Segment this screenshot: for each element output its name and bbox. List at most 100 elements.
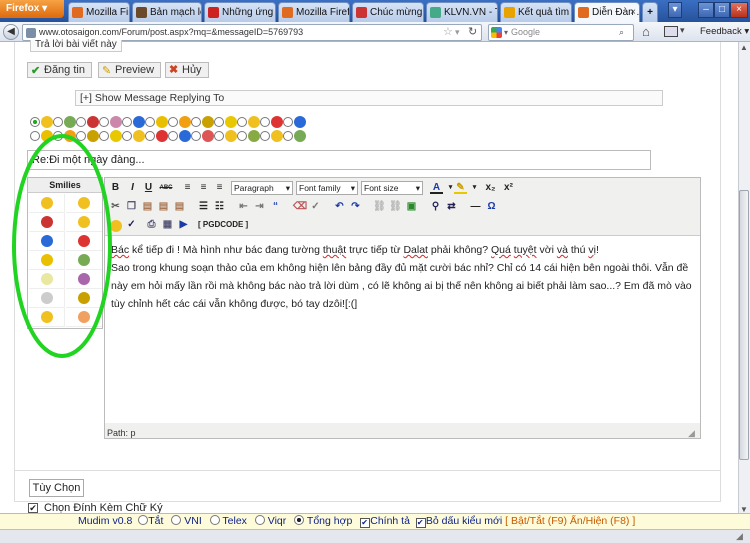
code-view-icon[interactable]: ▶	[177, 219, 190, 231]
align-center-icon[interactable]: ≡	[197, 182, 210, 194]
link-icon[interactable]: ⛓	[373, 201, 386, 213]
tab-5[interactable]: Chúc mừng si...	[352, 2, 424, 22]
paste-icon[interactable]: ▤	[141, 201, 154, 213]
spellcheck-icon[interactable]: ✓	[125, 219, 138, 231]
align-right-icon[interactable]: ≡	[213, 182, 226, 194]
redo-icon[interactable]: ↷	[349, 201, 362, 213]
emoticon-radio[interactable]	[76, 117, 86, 127]
indent-icon[interactable]: ⇥	[253, 201, 266, 213]
undo-icon[interactable]: ↶	[333, 201, 346, 213]
paste-word-icon[interactable]: ▤	[173, 201, 186, 213]
bullet-list-icon[interactable]: ☰	[197, 201, 210, 213]
dropdown-icon[interactable]: ▾	[680, 25, 685, 36]
close-window-button[interactable]: ×	[730, 2, 748, 18]
spell-check-checkbox[interactable]: ✔	[360, 518, 371, 528]
signature-checkbox[interactable]: ✔	[28, 503, 38, 513]
italic-button[interactable]: I	[126, 182, 139, 194]
mode-radio-auto[interactable]	[294, 515, 305, 525]
horizontal-rule-icon[interactable]: —	[469, 201, 482, 213]
emoticon-radio[interactable]	[145, 117, 155, 127]
copy-icon[interactable]: ❐	[125, 201, 138, 213]
tab-active[interactable]: Diễn Đàn ... ×	[574, 2, 640, 22]
bookmark-star-icon[interactable]: ☆	[443, 25, 453, 40]
tab-7[interactable]: Kết quả tìm ki...	[500, 2, 572, 22]
search-icon[interactable]: ⌕	[619, 25, 624, 40]
print-icon[interactable]: ⎙	[145, 219, 158, 231]
options-tab[interactable]: Tùy Chọn	[29, 479, 84, 497]
tab-4[interactable]: Mozilla Firefo...	[278, 2, 350, 22]
maximize-button[interactable]: □	[714, 2, 730, 18]
scroll-up-icon[interactable]: ▲	[740, 43, 748, 52]
scrollbar-thumb[interactable]	[739, 190, 749, 460]
post-button[interactable]: ✔ Đăng tin	[27, 62, 92, 78]
blockquote-icon[interactable]: “	[269, 201, 282, 213]
tab-3[interactable]: Những ứng d...	[204, 2, 276, 22]
cleanup-icon[interactable]: ✓	[309, 201, 322, 213]
eraser-icon[interactable]: ⌫	[293, 201, 307, 213]
emoticon-radio[interactable]	[191, 117, 201, 127]
emoticon-radio[interactable]	[260, 131, 270, 141]
highlight-color-button[interactable]: ✎	[454, 182, 467, 194]
dropdown-icon[interactable]: ▾	[455, 25, 460, 40]
strikethrough-button[interactable]: ABC	[158, 182, 174, 194]
emoticon-radio[interactable]	[122, 117, 132, 127]
emoticon-radio[interactable]	[30, 117, 40, 127]
paste-text-icon[interactable]: ▤	[157, 201, 170, 213]
emoticon-radio[interactable]	[191, 131, 201, 141]
paragraph-select[interactable]: Paragraph ▾	[231, 181, 293, 195]
new-accent-checkbox[interactable]: ✔	[415, 518, 426, 528]
superscript-button[interactable]: x²	[502, 182, 515, 194]
find-icon[interactable]: ⚲	[429, 201, 442, 213]
resize-handle[interactable]: ◢	[688, 428, 695, 439]
tab-2[interactable]: Bản mạch lo...	[132, 2, 202, 22]
outdent-icon[interactable]: ⇤	[237, 201, 250, 213]
emoticon-radio[interactable]	[214, 117, 224, 127]
table-icon[interactable]: ▦	[161, 219, 174, 231]
reload-icon[interactable]: ↻	[468, 25, 477, 40]
emoticon-radio[interactable]	[283, 131, 293, 141]
editor-text-area[interactable]: Bác kể tiếp đi ! Mà hình như bác đang tư…	[105, 235, 700, 423]
feedback-button[interactable]: Feedback ▾	[700, 26, 749, 37]
emoticon-radio[interactable]	[122, 131, 132, 141]
pgdcode-button[interactable]: [ PGDCODE ]	[198, 219, 248, 231]
special-char-icon[interactable]: Ω	[485, 201, 498, 213]
image-icon[interactable]: ▣	[405, 201, 418, 213]
emoticon-radio[interactable]	[168, 131, 178, 141]
chevron-down-icon[interactable]: ▾	[468, 182, 481, 194]
show-reply-toggle[interactable]: [+] Show Message Replying To	[75, 90, 663, 106]
back-button[interactable]: ◀	[3, 24, 19, 40]
mode-radio-viqr[interactable]	[254, 515, 265, 525]
new-tab-button[interactable]: +	[642, 2, 658, 22]
minimize-button[interactable]: –	[698, 2, 714, 18]
tab-list-button[interactable]: ▾	[668, 2, 682, 18]
emoticon-radio[interactable]	[168, 117, 178, 127]
replace-icon[interactable]: ⇄	[445, 201, 458, 213]
mudim-toggle-link[interactable]: [ Bật/Tắt (F9) Ẩn/Hiện (F8) ]	[505, 515, 635, 527]
unlink-icon[interactable]: ⛓	[389, 201, 402, 213]
align-left-icon[interactable]: ≡	[181, 182, 194, 194]
mode-radio-telex[interactable]	[209, 515, 220, 525]
home-icon[interactable]: ⌂	[642, 24, 650, 39]
font-size-select[interactable]: Font size ▾	[361, 181, 423, 195]
underline-button[interactable]: U	[142, 182, 155, 194]
text-color-button[interactable]: A	[430, 182, 443, 194]
emoticon-radio[interactable]	[260, 117, 270, 127]
tab-1[interactable]: Mozilla Firefo...	[68, 2, 130, 22]
preview-button[interactable]: ✎ Preview	[98, 62, 162, 78]
emoticon-radio[interactable]	[283, 117, 293, 127]
font-family-select[interactable]: Font family ▾	[296, 181, 358, 195]
emoticon-radio[interactable]	[237, 131, 247, 141]
search-box[interactable]: ▾ Google ⌕	[488, 24, 634, 41]
subscript-button[interactable]: x₂	[484, 182, 497, 194]
emoticon-radio[interactable]	[53, 117, 63, 127]
emoticon-radio[interactable]	[214, 131, 224, 141]
site-identity-icon[interactable]	[26, 28, 36, 38]
subject-input[interactable]: Re:Đi một ngày đàng...	[27, 150, 651, 170]
firefox-menu-button[interactable]: Firefox ▾	[0, 0, 64, 18]
mode-radio-vni[interactable]	[171, 515, 182, 525]
tab-6[interactable]: KLVN.VN - Tr...	[426, 2, 498, 22]
cancel-button[interactable]: ✖ Hủy	[165, 62, 209, 78]
mode-radio-off[interactable]	[138, 515, 149, 525]
emoticon-radio[interactable]	[237, 117, 247, 127]
emoticon-radio[interactable]	[145, 131, 155, 141]
